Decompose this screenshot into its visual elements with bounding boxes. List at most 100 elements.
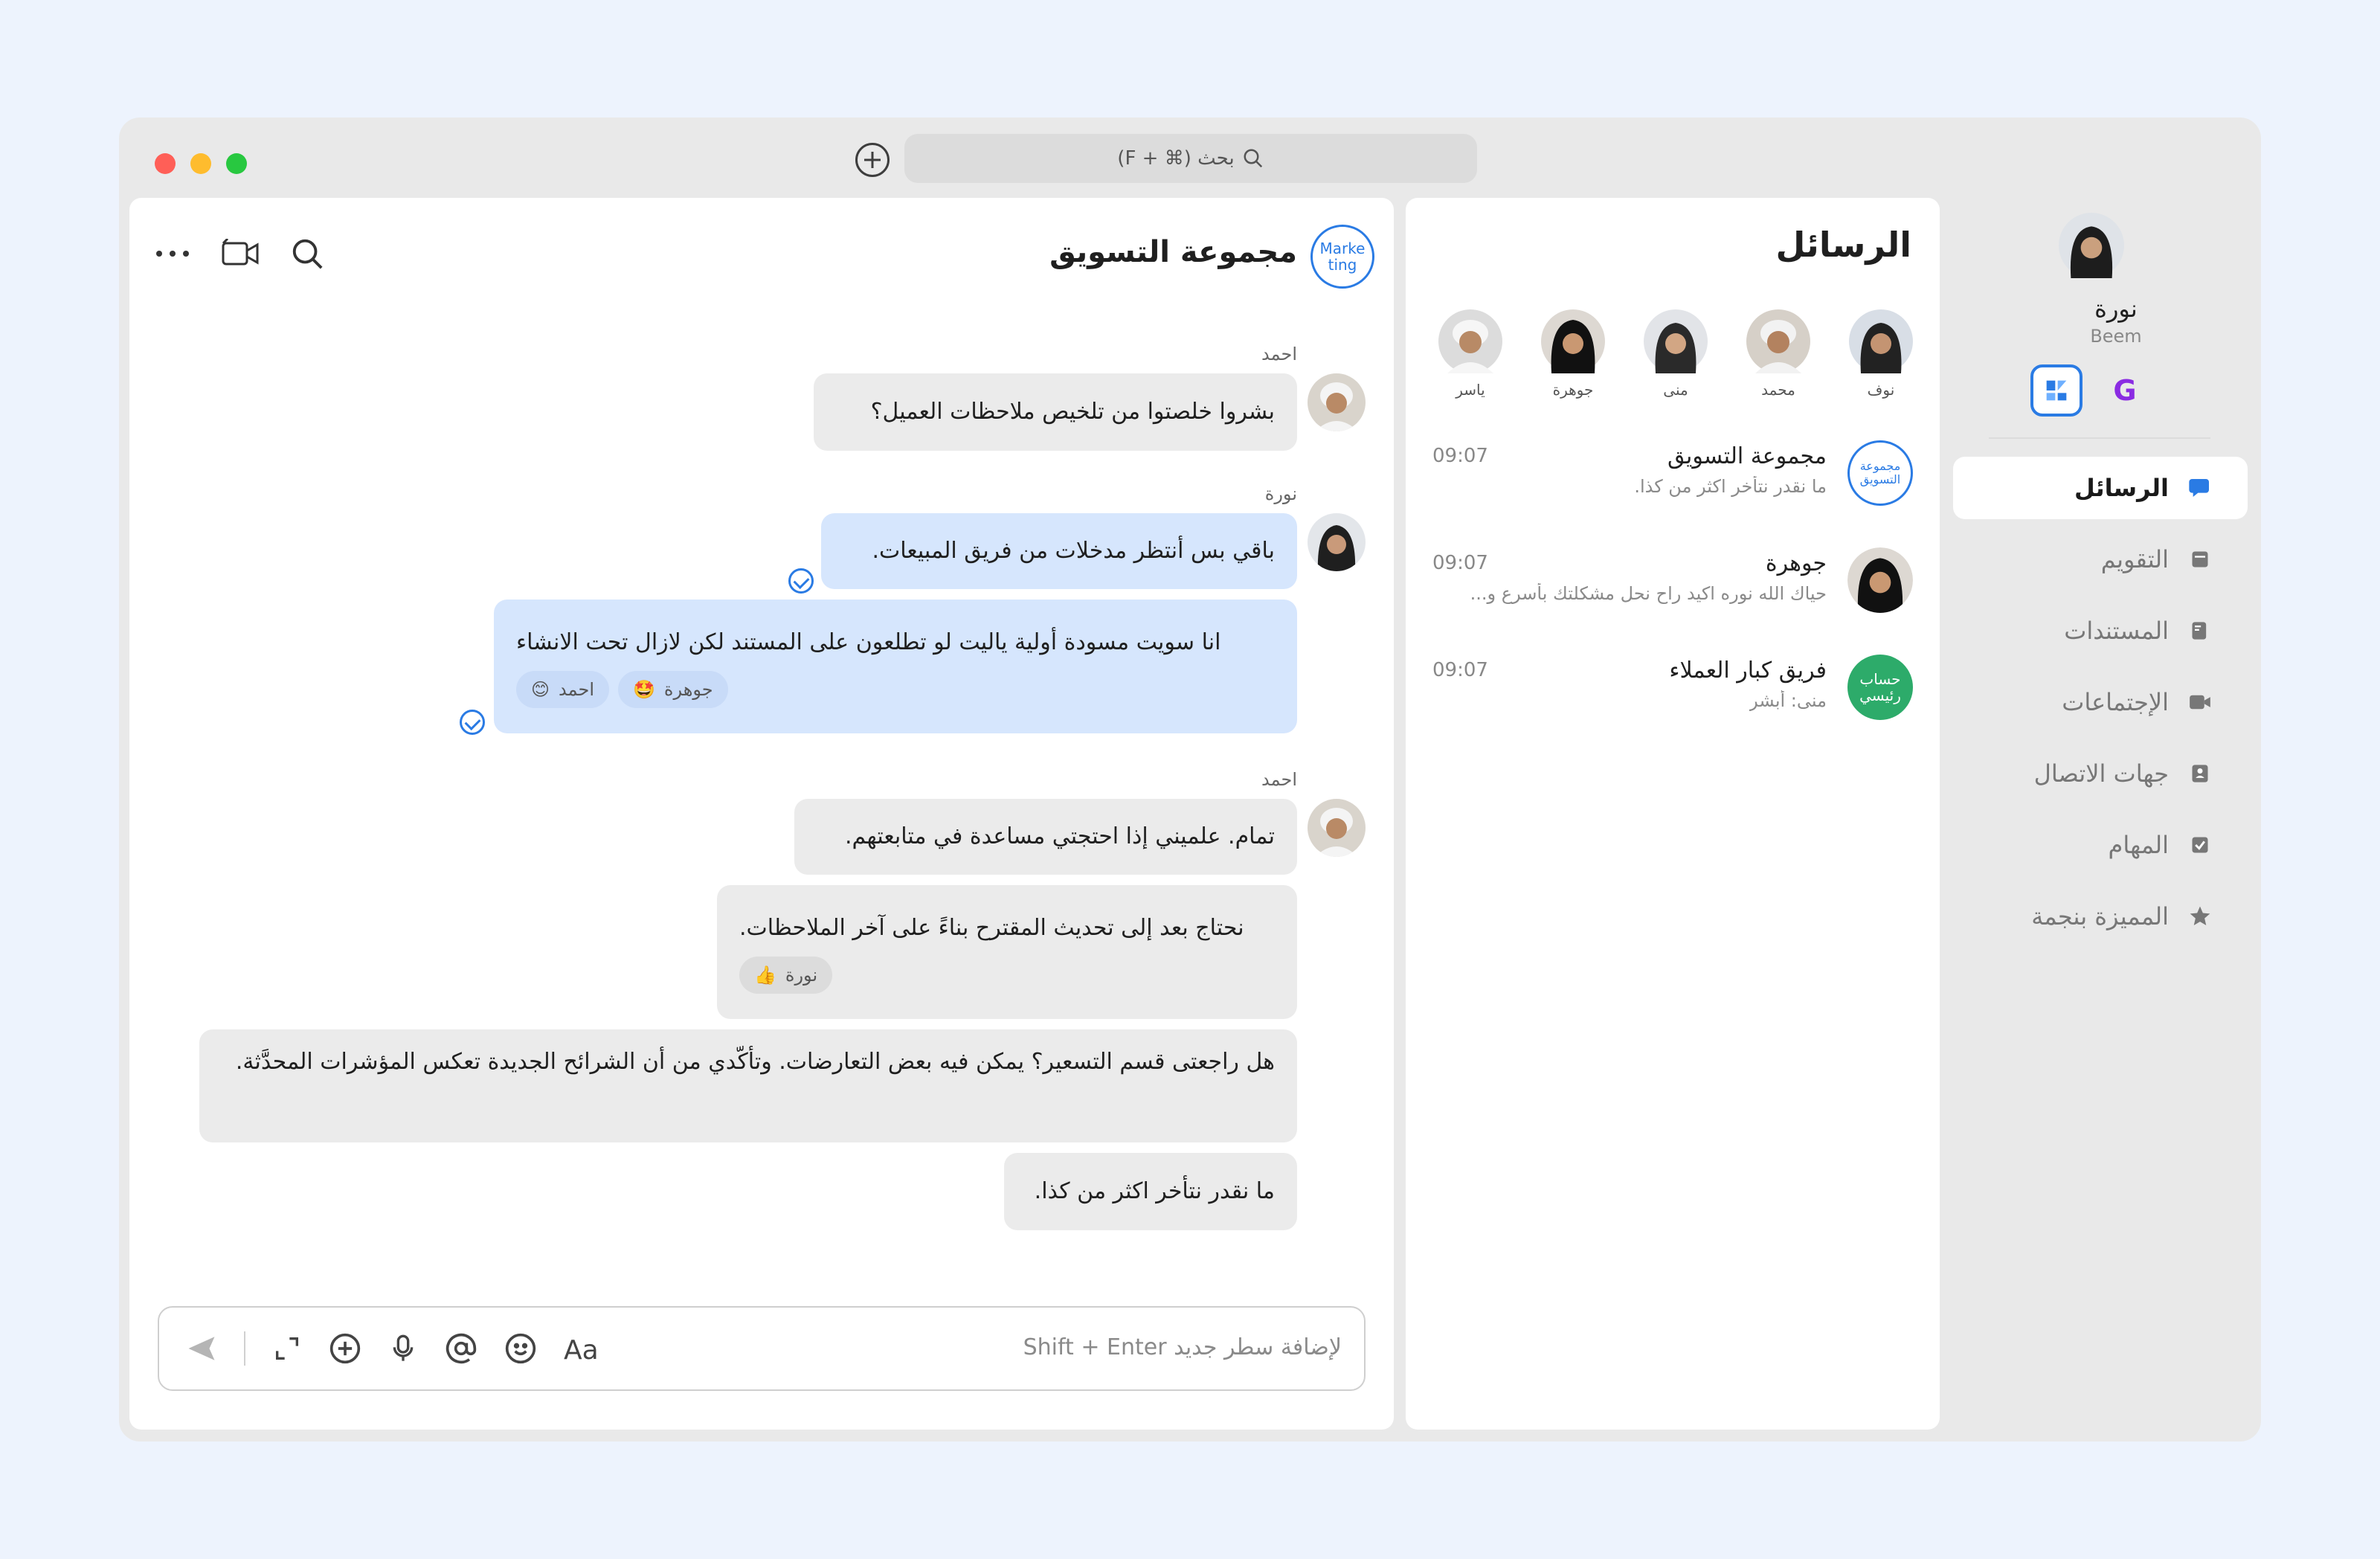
conversation-item[interactable]: مجموعة التسويق مجموعة التسويق ما نقدر نت… [1406, 440, 1940, 530]
avatar [1847, 547, 1913, 613]
reaction-name: احمد [559, 679, 595, 700]
avatar [1849, 309, 1913, 373]
story-label: ياسر [1456, 381, 1485, 399]
send-icon[interactable] [186, 1333, 217, 1364]
nav-label: المهام [2108, 831, 2169, 859]
reactions: احمد 😊 جوهرة 🤩 [516, 671, 728, 708]
reaction-chip[interactable]: احمد 😊 [516, 671, 610, 708]
nav-item-meetings[interactable]: الإجتماعات [1953, 671, 2248, 733]
message-bubble[interactable]: تمام. علميني إذا احتجتي مساعدة في متابعت… [794, 799, 1297, 875]
avatar-ahmed[interactable] [1308, 799, 1366, 857]
message-bubble[interactable]: باقي بس أنتظر مدخلات من فريق المبيعات. [821, 513, 1297, 589]
message-bubble[interactable]: بشروا خلصتوا من تلخيص ملاحظات العميل؟ [814, 373, 1297, 451]
conversation-title: فريق كبار العملاء [1669, 658, 1827, 684]
maximize-window-button[interactable] [226, 153, 247, 174]
user-avatar[interactable] [2059, 213, 2124, 278]
story-item[interactable]: نوف [1849, 309, 1913, 399]
attach-icon[interactable] [329, 1332, 361, 1365]
stories-row: نوف محمد منى جوهرة ياسر [1438, 309, 1913, 399]
group-badge: Marke ting [1310, 225, 1374, 289]
mention-icon[interactable] [445, 1332, 477, 1365]
video-call-icon[interactable] [222, 239, 259, 269]
microphone-icon[interactable] [388, 1332, 418, 1365]
reaction-name: نورة [785, 965, 818, 986]
nav-label: الرسائل [2074, 474, 2169, 502]
story-item[interactable]: ياسر [1438, 309, 1502, 399]
search-chat-icon[interactable] [290, 237, 324, 271]
conversation-title: جوهرة [1765, 550, 1827, 576]
more-icon[interactable] [155, 249, 190, 258]
message-sender: احمد [1261, 344, 1297, 364]
nav-label: الإجتماعات [2062, 688, 2169, 716]
main-nav: الرسائل التقويم المستندات الإجتماعات جها… [1941, 457, 2261, 957]
conversation-item[interactable]: حساب رئيسي فريق كبار العملاء منى: أبشر 0… [1406, 655, 1940, 744]
nav-label: المستندات [2064, 617, 2169, 645]
chat-toolbar [155, 237, 324, 271]
nav-label: المميزة بنجمة [2031, 902, 2169, 930]
conversation-preview: حياك الله نوره اكيد راح نحل مشكلتك بأسرع… [1470, 583, 1827, 604]
nav-item-messages[interactable]: الرسائل [1953, 457, 2248, 519]
read-receipt-icon [788, 568, 814, 594]
message-text: تمام. علميني إذا احتجتي مساعدة في متابعت… [845, 823, 1275, 849]
reactions: نورة 👍 [739, 957, 833, 994]
conversation-preview: منى: أبشر [1749, 690, 1827, 711]
message-bubble[interactable]: نحتاج بعد إلى تحديث المقترح بناءً على آخ… [717, 885, 1297, 1019]
conversation-title: مجموعة التسويق [1667, 443, 1827, 469]
avatar [1746, 309, 1810, 373]
emoji-icon[interactable] [504, 1332, 537, 1365]
message-text: بشروا خلصتوا من تلخيص ملاحظات العميل؟ [870, 399, 1275, 425]
avatar-noura[interactable] [1308, 513, 1366, 571]
story-label: منى [1663, 381, 1688, 399]
story-item[interactable]: جوهرة [1541, 309, 1605, 399]
close-window-button[interactable] [155, 153, 176, 174]
message-text: نحتاج بعد إلى تحديث المقترح بناءً على آخ… [739, 915, 1244, 941]
chat-panel: Marke ting مجموعة التسويق احمد بشروا خلص… [129, 198, 1394, 1430]
nav-item-contacts[interactable]: جهات الاتصال [1953, 742, 2248, 805]
avatar [1541, 309, 1605, 373]
sidebar: نورة Beem G الرسائل التقويم المستندات ال… [1941, 198, 2261, 1430]
message-composer[interactable]: Shift + Enter لإضافة سطر جديد Aa [158, 1306, 1366, 1391]
expand-icon[interactable] [272, 1334, 302, 1363]
reaction-name: جوهرة [663, 679, 713, 700]
new-item-button[interactable] [855, 143, 890, 177]
star-icon [2188, 904, 2212, 928]
user-org: Beem [2090, 326, 2142, 347]
story-item[interactable]: منى [1644, 309, 1708, 399]
text-format-icon[interactable]: Aa [564, 1334, 599, 1363]
chat-title: مجموعة التسويق [1049, 235, 1297, 269]
read-receipt-icon [460, 710, 485, 735]
list-title: الرسائل [1775, 225, 1912, 265]
workspace-g-icon[interactable]: G [2103, 369, 2146, 412]
reaction-chip[interactable]: جوهرة 🤩 [618, 671, 728, 708]
reaction-chip[interactable]: نورة 👍 [739, 957, 833, 994]
workspace-beem-icon[interactable] [2030, 364, 2082, 417]
group-avatar: حساب رئيسي [1847, 655, 1913, 720]
message-bubble[interactable]: ما نقدر نتأخر اكثر من كذا. [1004, 1153, 1297, 1230]
message-text: ما نقدر نتأخر اكثر من كذا. [1034, 1178, 1275, 1204]
nav-label: جهات الاتصال [2033, 759, 2169, 788]
story-item[interactable]: محمد [1746, 309, 1810, 399]
message-sender: احمد [1261, 769, 1297, 790]
nav-item-documents[interactable]: المستندات [1953, 600, 2248, 662]
nav-item-tasks[interactable]: المهام [1953, 814, 2248, 876]
conversation-time: 09:07 [1432, 445, 1488, 467]
story-label: نوف [1867, 381, 1895, 399]
nav-item-starred[interactable]: المميزة بنجمة [1953, 885, 2248, 948]
global-search-input[interactable]: بحث (⌘ + F) [904, 134, 1477, 183]
reaction-emoji: 👍 [754, 965, 776, 986]
message-sender: نورة [1264, 483, 1297, 504]
documents-icon [2188, 619, 2212, 643]
contacts-icon [2188, 762, 2212, 785]
avatar-ahmed[interactable] [1308, 373, 1366, 431]
story-label: محمد [1761, 381, 1795, 399]
tasks-icon [2188, 833, 2212, 857]
window-controls [155, 153, 247, 174]
reaction-emoji: 😊 [531, 679, 550, 700]
conversation-item[interactable]: جوهرة حياك الله نوره اكيد راح نحل مشكلتك… [1406, 547, 1940, 637]
message-bubble[interactable]: انا سويت مسودة أولية ياليت لو تطلعون على… [494, 600, 1297, 733]
message-text: باقي بس أنتظر مدخلات من فريق المبيعات. [872, 538, 1275, 564]
messages-icon [2188, 476, 2212, 500]
nav-item-calendar[interactable]: التقويم [1953, 528, 2248, 591]
minimize-window-button[interactable] [190, 153, 211, 174]
message-bubble[interactable]: هل راجعتى قسم التسعير؟ يمكن فيه بعض التع… [199, 1029, 1297, 1142]
